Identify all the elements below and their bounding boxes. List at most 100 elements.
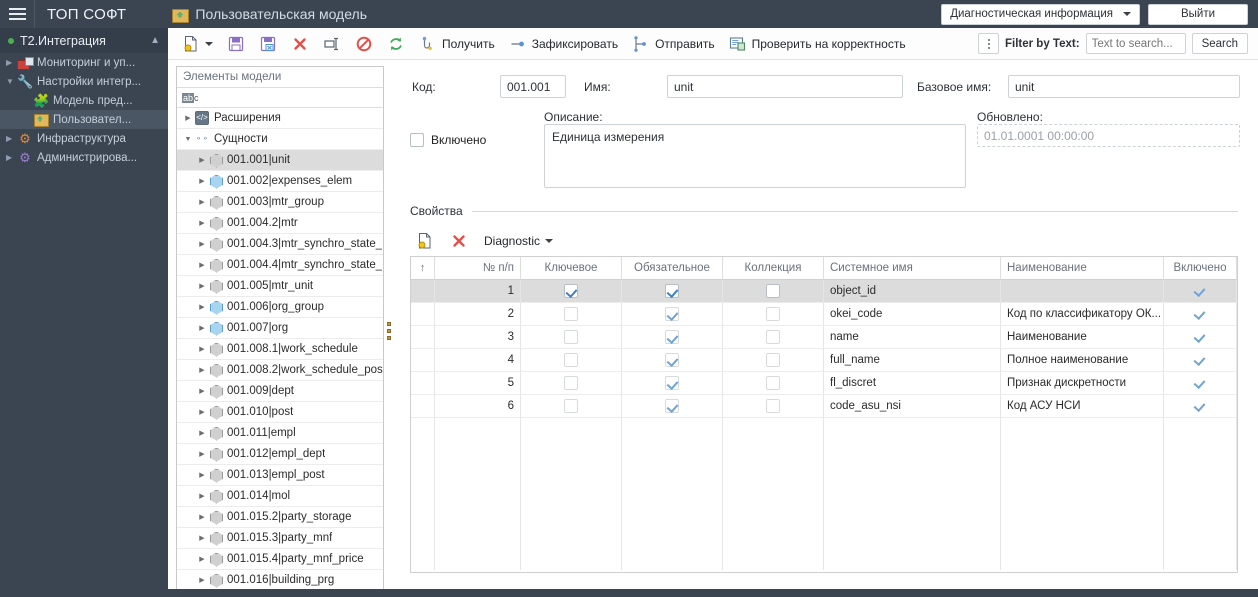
fix-button[interactable]: Зафиксировать [503, 31, 624, 57]
tree-item[interactable]: ▶ 001.008.2|work_schedule_pos [177, 360, 383, 381]
sidebar-item-6[interactable]: ▶ ⚙ Администрирова... [0, 148, 168, 167]
chevron-right-icon[interactable]: ▶ [195, 198, 209, 206]
tree-item[interactable]: ▶ 001.008.1|work_schedule [177, 339, 383, 360]
grid-cell-required[interactable] [622, 303, 723, 326]
tree-item[interactable]: ▶ 001.007|org [177, 318, 383, 339]
tree-item[interactable]: ▶ 001.005|mtr_unit [177, 276, 383, 297]
chevron-right-icon[interactable]: ▶ [195, 471, 209, 479]
grid-cell-key[interactable] [521, 326, 622, 349]
tree-item[interactable]: ▶ 001.004.3|mtr_synchro_state_ [177, 234, 383, 255]
grid-cell-collection[interactable] [723, 326, 824, 349]
grid-cell-system_name[interactable]: fl_discret [824, 372, 1001, 395]
grid-cell-enabled[interactable] [1164, 395, 1237, 418]
grid-cell-title[interactable] [1001, 280, 1164, 303]
chevron-down-icon[interactable] [205, 41, 213, 46]
new-document-button[interactable] [176, 31, 219, 57]
tree-item[interactable]: ▶ 001.004.2|mtr [177, 213, 383, 234]
checkbox-enabled[interactable] [1193, 399, 1207, 413]
enabled-checkbox[interactable]: Включено [410, 133, 486, 147]
checkbox-collection[interactable] [766, 307, 780, 321]
grid-cell-system_name[interactable]: name [824, 326, 1001, 349]
checkbox-key[interactable] [564, 376, 578, 390]
nav-header-integration[interactable]: T2.Интеграция ▲ [0, 28, 168, 53]
add-property-button[interactable] [410, 228, 440, 254]
table-row[interactable]: 4 full_name Полное наименование [411, 349, 1237, 372]
grid-column-header-sort[interactable]: ↑ [411, 257, 435, 280]
grid-cell-system_name[interactable]: code_asu_nsi [824, 395, 1001, 418]
checkbox-collection[interactable] [766, 376, 780, 390]
grid-cell-num[interactable]: 4 [435, 349, 521, 372]
grid-cell-key[interactable] [521, 395, 622, 418]
chevron-right-icon[interactable]: ▶ [195, 324, 209, 332]
chevron-right-icon[interactable]: ▶ [195, 513, 209, 521]
chevron-right-icon[interactable]: ▶ [195, 303, 209, 311]
checkbox-key[interactable] [564, 353, 578, 367]
checkbox-enabled[interactable] [1193, 284, 1207, 298]
grid-column-header-collection[interactable]: Коллекция [723, 257, 824, 280]
grid-cell-num[interactable]: 3 [435, 326, 521, 349]
grid-cell-title[interactable]: Полное наименование [1001, 349, 1164, 372]
tree-item[interactable]: ▶ 001.016|building_prg [177, 570, 383, 591]
table-row[interactable]: 1 object_id [411, 280, 1237, 303]
grid-cell-key[interactable] [521, 280, 622, 303]
checkbox-required[interactable] [665, 307, 679, 321]
checkbox-collection[interactable] [766, 284, 780, 298]
grid-cell-num[interactable]: 5 [435, 372, 521, 395]
grid-cell-enabled[interactable] [1164, 326, 1237, 349]
abc-filter-icon[interactable]: abc [182, 92, 199, 103]
chevron-down-icon[interactable]: ▼ [181, 136, 195, 143]
grid-cell-title[interactable]: Код АСУ НСИ [1001, 395, 1164, 418]
chevron-right-icon[interactable]: ▶ [195, 555, 209, 563]
tree-item[interactable]: ▶ 001.012|empl_dept [177, 444, 383, 465]
tree-item[interactable]: ▶ 001.002|expenses_elem [177, 171, 383, 192]
grid-cell-num[interactable]: 6 [435, 395, 521, 418]
grid-cell-system_name[interactable]: full_name [824, 349, 1001, 372]
refresh-button[interactable] [381, 31, 411, 57]
validate-button[interactable]: Проверить на корректность [723, 31, 912, 57]
chevron-right-icon[interactable]: ▶ [6, 134, 17, 143]
chevron-right-icon[interactable]: ▶ [195, 177, 209, 185]
checkbox-required[interactable] [665, 399, 679, 413]
grid-cell-title[interactable]: Наименование [1001, 326, 1164, 349]
chevron-right-icon[interactable]: ▶ [195, 408, 209, 416]
grid-column-header-title[interactable]: Наименование [1001, 257, 1164, 280]
logout-button[interactable]: Выйти [1148, 3, 1248, 25]
kebab-menu-icon[interactable] [978, 33, 999, 54]
grid-cell-key[interactable] [521, 349, 622, 372]
chevron-right-icon[interactable]: ▶ [195, 240, 209, 248]
grid-cell-system_name[interactable]: object_id [824, 280, 1001, 303]
grid-column-header-key[interactable]: Ключевое [521, 257, 622, 280]
receive-button[interactable]: Получить [413, 31, 501, 57]
chevron-right-icon[interactable]: ▶ [195, 366, 209, 374]
rename-button[interactable] [317, 31, 347, 57]
tree-item[interactable]: ▶ </> Расширения [177, 108, 383, 129]
search-input[interactable] [1085, 33, 1186, 54]
chevron-right-icon[interactable]: ▶ [195, 534, 209, 542]
grid-cell-required[interactable] [622, 395, 723, 418]
grid-cell-num[interactable]: 2 [435, 303, 521, 326]
grid-cell-collection[interactable] [723, 372, 824, 395]
grid-cell-required[interactable] [622, 372, 723, 395]
grid-column-header-system_name[interactable]: Системное имя [824, 257, 1001, 280]
chevron-right-icon[interactable]: ▶ [195, 492, 209, 500]
checkbox-enabled[interactable] [1193, 353, 1207, 367]
base-name-input[interactable] [1008, 75, 1240, 98]
tree-item[interactable]: ▼ ⚬⚬ Сущности [177, 129, 383, 150]
tree-item[interactable]: ▶ 001.011|empl [177, 423, 383, 444]
cancel-button[interactable] [349, 31, 379, 57]
save-button[interactable] [221, 31, 251, 57]
grid-cell-num[interactable]: 1 [435, 280, 521, 303]
tree-item[interactable]: ▶ 001.013|empl_post [177, 465, 383, 486]
grid-cell-system_name[interactable]: okei_code [824, 303, 1001, 326]
grid-cell-collection[interactable] [723, 303, 824, 326]
grid-cell-collection[interactable] [723, 280, 824, 303]
grid-cell-enabled[interactable] [1164, 303, 1237, 326]
send-button[interactable]: Отправить [626, 31, 721, 57]
grid-cell-required[interactable] [622, 349, 723, 372]
description-textarea[interactable] [544, 124, 966, 188]
sidebar-item-1[interactable]: ▶ Мониторинг и уп... [0, 53, 168, 72]
checkbox-enabled[interactable] [1193, 307, 1207, 321]
sidebar-item-5[interactable]: ▶ ⚙ Инфраструктура [0, 129, 168, 148]
grid-cell-key[interactable] [521, 372, 622, 395]
chevron-up-icon[interactable]: ▲ [150, 35, 160, 46]
